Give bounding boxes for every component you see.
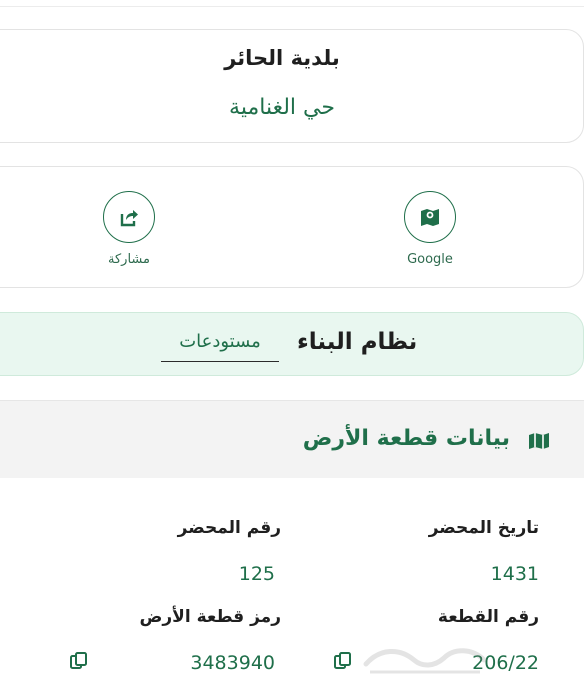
record-date-value: 1431 — [490, 563, 539, 585]
share-icon — [120, 210, 138, 227]
building-system-card: نظام البناء مستودعات — [0, 312, 584, 376]
google-label: Google — [407, 252, 453, 267]
land-code-label: رمز قطعة الأرض — [139, 607, 281, 627]
share-label: مشاركة — [108, 252, 150, 267]
location-card: بلدية الحائر حي الغنامية — [0, 29, 584, 143]
building-system-select[interactable]: مستودعات — [161, 331, 279, 362]
google-maps-button[interactable]: Google — [380, 191, 480, 267]
watermark-logo — [363, 648, 487, 674]
map-pin-circle[interactable] — [404, 191, 456, 243]
share-button[interactable]: مشاركة — [79, 191, 179, 267]
land-code-value: 3483940 — [190, 652, 275, 674]
copy-icon[interactable] — [69, 651, 89, 671]
map-icon — [421, 209, 439, 226]
record-date-label: تاريخ المحضر — [428, 518, 539, 538]
district-name: حي الغنامية — [229, 95, 335, 120]
building-system-label: نظام البناء — [297, 329, 418, 355]
piece-number-label: رقم القطعة — [437, 607, 539, 627]
share-circle[interactable] — [103, 191, 155, 243]
actions-card: Google مشاركة — [0, 166, 584, 288]
map-icon — [529, 433, 549, 449]
record-number-label: رقم المحضر — [177, 518, 281, 538]
copy-icon[interactable] — [333, 651, 353, 671]
record-number-value: 125 — [238, 563, 275, 585]
top-divider — [0, 0, 584, 7]
land-data-header: بيانات قطعة الأرض — [0, 400, 584, 478]
land-data-title: بيانات قطعة الأرض — [302, 426, 510, 451]
municipality-title: بلدية الحائر — [224, 46, 340, 70]
